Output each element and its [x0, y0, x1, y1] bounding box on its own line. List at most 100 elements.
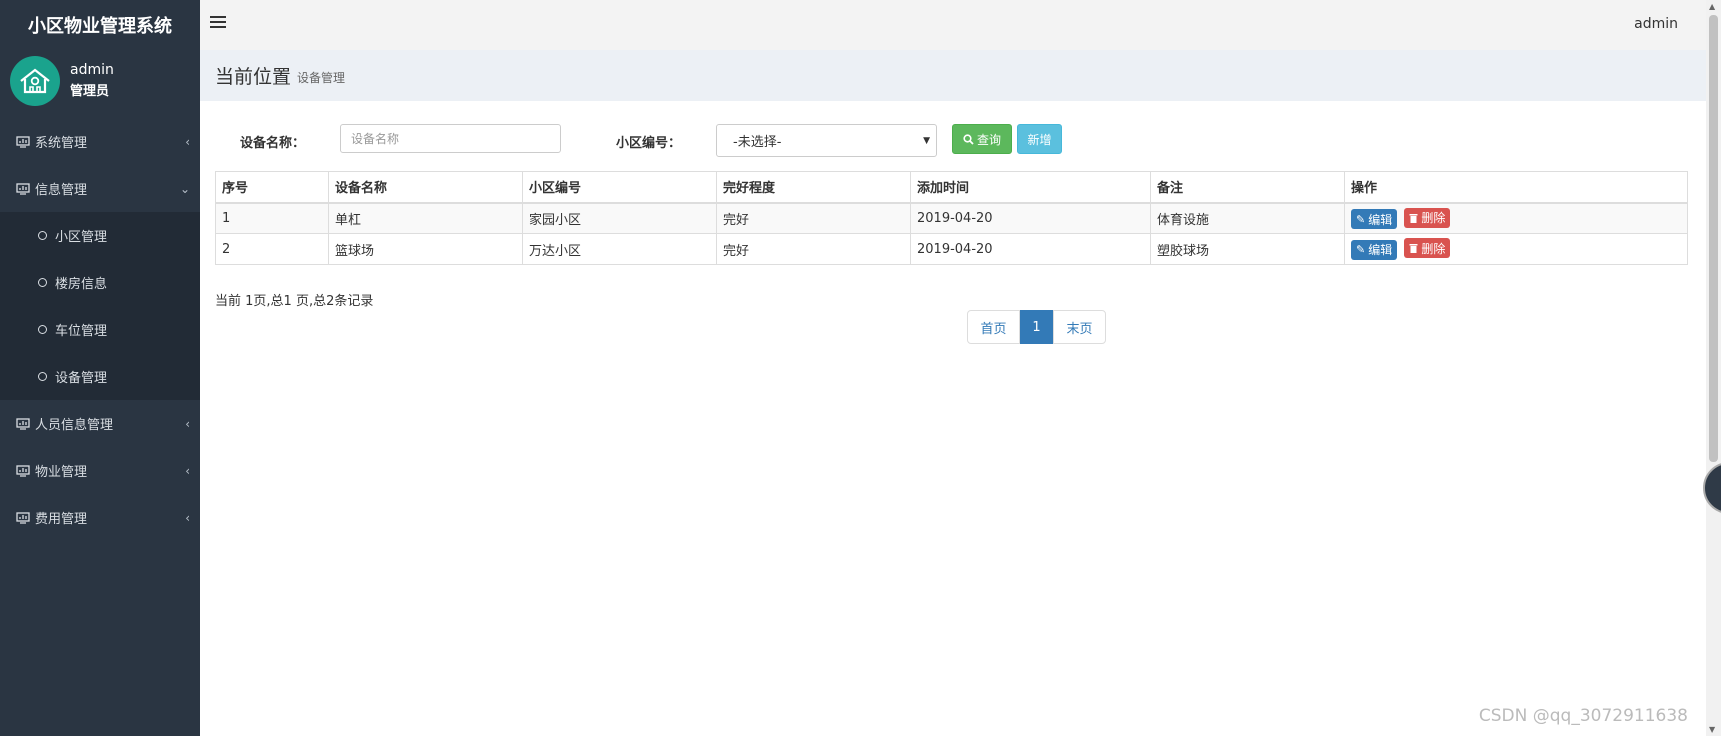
submenu-info: 小区管理 楼房信息 车位管理 设备管理 [0, 212, 200, 400]
table-header-row: 序号 设备名称 小区编号 完好程度 添加时间 备注 操作 [215, 171, 1688, 204]
vertical-scrollbar[interactable]: ▲ ▼ [1706, 0, 1721, 736]
sidebar-item-info[interactable]: 信息管理 ⌄ [0, 165, 200, 212]
trash-icon [1409, 213, 1418, 223]
table-cell: 2019-04-20 [910, 202, 1151, 234]
chevron-left-icon: ‹ [185, 510, 190, 525]
table-cell: 体育设施 [1150, 202, 1345, 234]
sidebar-subitem-label: 小区管理 [55, 230, 108, 245]
table-cell: 完好 [716, 202, 911, 234]
monitor-icon [16, 417, 30, 430]
sidebar-item-label: 人员信息管理 [35, 418, 114, 433]
topbar-user[interactable]: admin [1634, 16, 1678, 32]
column-header: 添加时间 [910, 171, 1151, 204]
circle-icon [38, 231, 47, 240]
circle-icon [38, 325, 47, 334]
table-cell: 塑胶球场 [1150, 233, 1345, 265]
circle-icon [38, 278, 47, 287]
monitor-icon [16, 511, 30, 524]
sidebar-item-label: 信息管理 [35, 183, 88, 198]
breadcrumb-title: 当前位置 [215, 66, 292, 88]
user-role: 管理员 [70, 84, 110, 99]
last-page-button[interactable]: 末页 [1053, 310, 1106, 344]
sidebar-subitem-label: 设备管理 [55, 371, 108, 386]
community-code-selected: -未选择- [733, 135, 782, 150]
monitor-icon [16, 182, 30, 195]
topbar: admin [200, 0, 1706, 50]
equipment-name-input[interactable]: 设备名称 [340, 124, 561, 153]
table-cell: 2019-04-20 [910, 233, 1151, 265]
sidebar-subitem-community[interactable]: 小区管理 [0, 212, 200, 259]
monitor-icon [16, 464, 30, 477]
delete-button-label: 删除 [1421, 241, 1446, 256]
column-header: 操作 [1344, 171, 1688, 204]
column-header: 设备名称 [328, 171, 523, 204]
table-cell-actions: ✎ 编辑 删除 [1344, 233, 1688, 265]
query-button-label: 查询 [976, 132, 1001, 147]
delete-button-label: 删除 [1421, 211, 1446, 225]
breadcrumb: 当前位置 设备管理 [200, 50, 1706, 101]
sidebar-subitem-building[interactable]: 楼房信息 [0, 259, 200, 306]
search-form: 设备名称： 设备名称 小区编号： -未选择- ▼ 查询 新增 [200, 122, 1706, 157]
chevron-left-icon: ‹ [185, 416, 190, 431]
caret-down-icon: ▼ [923, 136, 930, 146]
table-cell: 家园小区 [522, 202, 717, 234]
circle-icon [38, 372, 47, 381]
first-page-button[interactable]: 首页 [967, 310, 1020, 344]
scroll-down-icon[interactable]: ▼ [1709, 725, 1715, 734]
chevron-down-icon: ⌄ [179, 181, 190, 196]
sidebar-item-system[interactable]: 系统管理 ‹ [0, 118, 200, 165]
delete-button[interactable]: 删除 [1404, 207, 1451, 228]
chevron-left-icon: ‹ [185, 134, 190, 149]
monitor-icon [16, 135, 30, 148]
sidebar-subitem-equipment[interactable]: 设备管理 [0, 353, 200, 400]
chevron-left-icon: ‹ [185, 463, 190, 478]
table-cell: 1 [215, 202, 329, 234]
scroll-up-icon[interactable]: ▲ [1709, 2, 1715, 11]
equipment-name-label: 设备名称： [240, 136, 306, 151]
table-cell: 2 [215, 233, 329, 265]
edit-button-label: 编辑 [1368, 212, 1393, 227]
column-header: 序号 [215, 171, 329, 204]
edit-button[interactable]: ✎ 编辑 [1351, 239, 1398, 260]
table-cell: 万达小区 [522, 233, 717, 265]
table-cell: 篮球场 [328, 233, 523, 265]
equipment-table: 序号 设备名称 小区编号 完好程度 添加时间 备注 操作 1 单杠 家园小区 完… [215, 171, 1688, 265]
current-page-button[interactable]: 1 [1020, 310, 1053, 344]
pagination: 首页 1 末页 [967, 310, 1106, 344]
edit-button[interactable]: ✎ 编辑 [1351, 209, 1398, 229]
pencil-icon: ✎ [1356, 212, 1366, 226]
delete-button[interactable]: 删除 [1404, 238, 1451, 259]
watermark: CSDN @qq_3072911638 [1478, 706, 1688, 726]
column-header: 备注 [1150, 171, 1345, 204]
community-code-label: 小区编号： [616, 136, 682, 151]
hamburger-menu-icon[interactable] [210, 16, 226, 30]
sidebar-item-fees[interactable]: 费用管理 ‹ [0, 494, 200, 541]
column-header: 完好程度 [716, 171, 911, 204]
sidebar-item-personnel[interactable]: 人员信息管理 ‹ [0, 400, 200, 447]
community-code-select[interactable]: -未选择- ▼ [716, 124, 937, 157]
scroll-thumb[interactable] [1709, 15, 1718, 462]
avatar [10, 56, 60, 106]
house-icon [20, 68, 50, 94]
sidebar-item-label: 费用管理 [35, 512, 88, 527]
sidebar-item-label: 系统管理 [35, 136, 88, 151]
sidebar-menu: 系统管理 ‹ 信息管理 ⌄ 小区管理 楼房信息 车位管理 设备管理 人员信息管理… [0, 118, 200, 541]
app-title: 小区物业管理系统 [28, 16, 172, 37]
user-name: admin [70, 62, 114, 78]
table-cell: 单杠 [328, 202, 523, 234]
sidebar: 小区物业管理系统 admin 管理员 系统管理 ‹ 信息管理 ⌄ 小区管理 楼房… [0, 0, 200, 736]
table-row: 2 篮球场 万达小区 完好 2019-04-20 塑胶球场 ✎ 编辑 删除 [215, 233, 1688, 265]
search-icon [963, 133, 974, 145]
pagination-summary: 当前 1页,总1 页,总2条记录 [215, 294, 374, 309]
table-cell: 完好 [716, 233, 911, 265]
main-content: 设备名称： 设备名称 小区编号： -未选择- ▼ 查询 新增 序号 设备名称 小… [200, 101, 1706, 736]
user-info: admin 管理员 [70, 59, 114, 103]
add-button[interactable]: 新增 [1017, 124, 1062, 154]
trash-icon [1409, 244, 1418, 254]
query-button[interactable]: 查询 [952, 124, 1012, 154]
sidebar-subitem-label: 楼房信息 [55, 277, 108, 292]
sidebar-subitem-parking[interactable]: 车位管理 [0, 306, 200, 353]
table-cell-actions: ✎ 编辑 删除 [1344, 202, 1688, 234]
sidebar-item-property[interactable]: 物业管理 ‹ [0, 447, 200, 494]
edit-button-label: 编辑 [1368, 243, 1393, 258]
